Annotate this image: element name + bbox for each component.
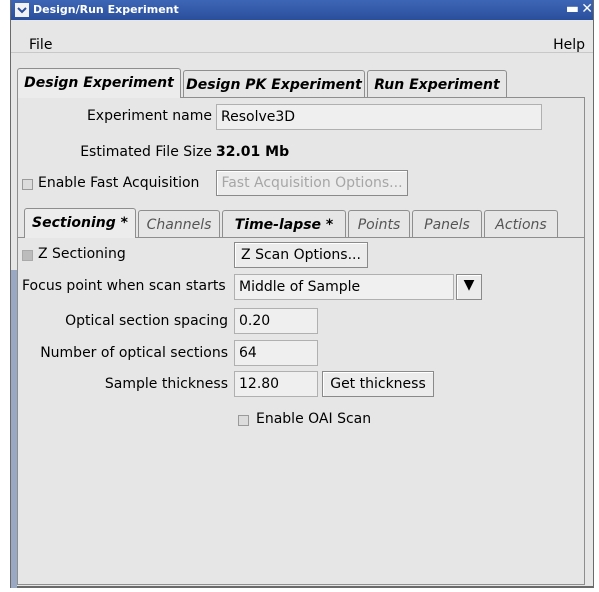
- sample-thickness-value: 12.80: [239, 376, 280, 392]
- sample-thickness-input[interactable]: 12.80: [234, 371, 318, 397]
- tab-points-label: Points: [357, 217, 401, 233]
- num-sections-input[interactable]: 64: [234, 340, 318, 366]
- focus-point-dropdown-button[interactable]: ▼: [456, 274, 482, 300]
- minimize-icon[interactable]: ▬: [566, 1, 579, 17]
- file-size-value: 32.01 Mb: [216, 144, 290, 160]
- menu-file[interactable]: File: [29, 37, 52, 53]
- focus-point-select[interactable]: Middle of Sample: [234, 274, 454, 300]
- z-scan-options-label: Z Scan Options...: [241, 247, 361, 263]
- window-title: Design/Run Experiment: [33, 3, 179, 16]
- oai-scan-label: Enable OAI Scan: [256, 411, 372, 427]
- window-left-edge: [11, 270, 17, 588]
- design-experiment-panel: Experiment name Resolve3D Estimated File…: [17, 97, 585, 585]
- section-spacing-label: Optical section spacing: [65, 313, 228, 329]
- tab-panels[interactable]: Panels: [412, 210, 482, 238]
- section-spacing-value: 0.20: [239, 313, 271, 329]
- menu-help[interactable]: Help: [553, 37, 585, 53]
- experiment-name-value: Resolve3D: [221, 109, 296, 125]
- tab-points[interactable]: Points: [348, 210, 410, 238]
- fast-acquisition-checkbox[interactable]: [22, 179, 33, 190]
- tab-time-lapse-label: Time-lapse *: [234, 217, 334, 233]
- oai-scan-checkbox[interactable]: [238, 415, 249, 426]
- focus-point-value: Middle of Sample: [239, 279, 361, 295]
- experiment-name-input[interactable]: Resolve3D: [216, 104, 542, 130]
- close-icon[interactable]: ✕: [581, 1, 593, 17]
- chevron-down-icon: ▼: [463, 277, 475, 293]
- z-sectioning-checkbox[interactable]: [22, 250, 33, 261]
- z-sectioning-label: Z Sectioning: [38, 246, 126, 262]
- menu-bar: File Help: [11, 20, 593, 53]
- sectioning-panel: Z Sectioning Z Scan Options... Focus poi…: [18, 237, 584, 584]
- fast-acquisition-options-label: Fast Acquisition Options...: [221, 175, 403, 191]
- focus-point-label: Focus point when scan starts: [22, 278, 226, 294]
- tab-sectioning-label: Sectioning *: [32, 215, 128, 231]
- tab-run-experiment-label: Run Experiment: [374, 77, 500, 93]
- sample-thickness-label: Sample thickness: [104, 376, 228, 392]
- tab-design-experiment[interactable]: Design Experiment: [17, 68, 181, 98]
- z-scan-options-button[interactable]: Z Scan Options...: [234, 242, 368, 268]
- tab-run-experiment[interactable]: Run Experiment: [367, 70, 507, 98]
- tab-panels-label: Panels: [424, 217, 470, 233]
- experiment-name-label: Experiment name: [86, 108, 212, 124]
- tab-time-lapse[interactable]: Time-lapse *: [222, 210, 346, 238]
- tab-design-pk-experiment[interactable]: Design PK Experiment: [183, 70, 365, 98]
- tab-design-experiment-label: Design Experiment: [24, 75, 174, 91]
- tab-sectioning[interactable]: Sectioning *: [24, 208, 136, 238]
- fast-acquisition-options-button[interactable]: Fast Acquisition Options...: [216, 170, 408, 196]
- tab-channels-label: Channels: [146, 217, 212, 233]
- window-menu-icon[interactable]: [15, 3, 29, 17]
- tab-channels[interactable]: Channels: [138, 210, 220, 238]
- section-spacing-input[interactable]: 0.20: [234, 308, 318, 334]
- title-bar[interactable]: Design/Run Experiment ▬ ✕: [11, 0, 593, 20]
- get-thickness-button[interactable]: Get thickness: [322, 371, 434, 397]
- fast-acquisition-label: Enable Fast Acquisition: [38, 175, 200, 191]
- num-sections-label: Number of optical sections: [40, 345, 228, 361]
- app-window: Design/Run Experiment ▬ ✕ File Help Desi…: [10, 0, 594, 588]
- tab-actions[interactable]: Actions: [484, 210, 558, 238]
- file-size-label: Estimated File Size: [80, 144, 212, 160]
- menu-help-label: Help: [553, 37, 585, 53]
- menu-file-label: File: [29, 37, 53, 53]
- tab-design-pk-experiment-label: Design PK Experiment: [186, 77, 362, 93]
- num-sections-value: 64: [239, 345, 257, 361]
- get-thickness-label: Get thickness: [330, 376, 426, 392]
- tab-actions-label: Actions: [495, 217, 547, 233]
